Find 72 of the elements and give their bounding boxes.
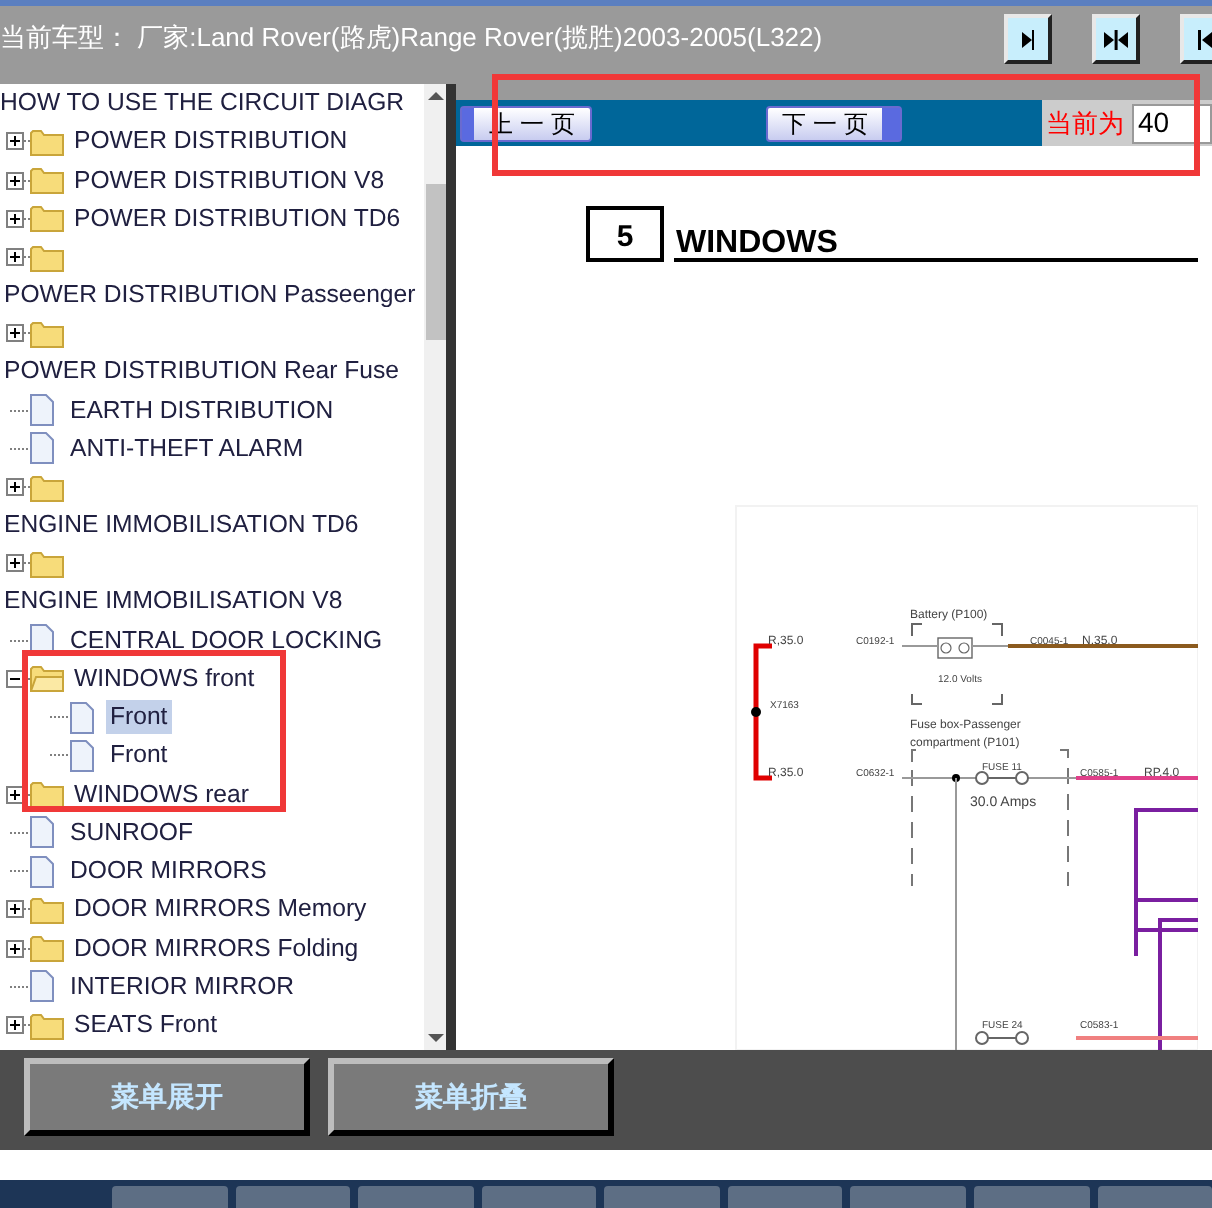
document-icon <box>28 394 56 426</box>
current-page-label: 当前为 <box>1046 105 1124 142</box>
tree-item[interactable]: POWER DISTRIBUTION V8 <box>70 163 389 197</box>
open-folder-icon <box>30 664 64 693</box>
tree-item[interactable]: DOOR MIRRORS Memory <box>70 892 371 927</box>
tree-item[interactable]: Front <box>106 738 172 773</box>
plus-box-icon[interactable] <box>6 939 24 957</box>
toolbar-button[interactable] <box>1092 14 1140 64</box>
scrollbar[interactable] <box>424 84 447 1050</box>
battery-bracket <box>911 623 1003 705</box>
tree-item[interactable]: ENGINE IMMOBILISATION TD6 <box>0 508 363 542</box>
fuse-symbol <box>975 1031 1029 1045</box>
folder-icon <box>30 473 64 501</box>
folder-icon <box>30 780 64 808</box>
folder-icon <box>30 549 64 578</box>
plus-box-icon[interactable] <box>6 132 24 151</box>
plus-box-icon[interactable] <box>6 209 24 228</box>
plus-box-icon[interactable] <box>6 554 24 573</box>
vehicle-title: 当前车型： 厂家:Land Rover(路虎)Range Rover(揽胜)2003-2005(L322) <box>0 20 825 56</box>
minus-box-icon[interactable] <box>6 669 24 688</box>
tree-item[interactable]: POWER DISTRIBUTION Rear Fuse <box>0 354 403 389</box>
plus-box-icon[interactable] <box>6 478 24 496</box>
plus-box-icon[interactable] <box>6 1016 24 1034</box>
page-number-field[interactable]: 40 <box>1132 103 1212 143</box>
document-icon <box>68 701 96 733</box>
plus-box-icon[interactable] <box>6 785 24 803</box>
document-icon <box>28 855 56 887</box>
tree-item[interactable]: SUNROOF <box>66 815 197 850</box>
plus-box-icon[interactable] <box>6 324 24 343</box>
tree-item[interactable]: SEATS Front <box>70 1008 222 1042</box>
scroll-thumb[interactable] <box>425 184 446 340</box>
plus-box-icon[interactable] <box>6 900 24 919</box>
tree-item[interactable]: POWER DISTRIBUTION Passeenger <box>0 278 420 312</box>
folder-icon <box>30 319 64 348</box>
plus-box-icon[interactable] <box>6 248 24 266</box>
folder-icon <box>30 127 64 156</box>
wire <box>753 643 772 781</box>
document-icon <box>28 816 56 849</box>
tree-item[interactable]: ANTI-THEFT ALARM <box>66 431 308 466</box>
folder-icon <box>30 243 64 271</box>
tree-item-label[interactable]: HOW TO USE THE CIRCUIT DIAGR <box>0 88 405 116</box>
folder-icon <box>30 166 64 194</box>
folder-icon <box>30 934 64 962</box>
splice-node <box>751 707 761 717</box>
tree-item[interactable]: Front <box>106 700 172 734</box>
arrow-bar-icon <box>1197 29 1211 49</box>
toolbar-button[interactable] <box>1004 14 1052 64</box>
folder-icon <box>30 895 64 924</box>
tree-item[interactable]: POWER DISTRIBUTION <box>70 124 352 159</box>
document-icon <box>28 970 56 1003</box>
document-icon <box>68 739 96 772</box>
tree-item[interactable]: POWER DISTRIBUTION TD6 <box>70 201 405 236</box>
tree-item[interactable]: DOOR MIRRORS Folding <box>70 931 363 965</box>
section-title: WINDOWS <box>676 226 838 260</box>
tree-item[interactable]: ENGINE IMMOBILISATION V8 <box>0 584 347 619</box>
tree-item[interactable]: WINDOWS rear <box>70 777 253 811</box>
section-number-box: 5 <box>586 206 664 262</box>
tree-item[interactable]: INTERIOR MIRROR <box>66 969 299 1004</box>
fuse-symbol <box>975 771 1029 785</box>
next-page-button[interactable]: 下 一 页 <box>766 105 902 141</box>
document-icon <box>28 432 56 465</box>
folder-icon <box>30 204 64 233</box>
battery-symbol <box>937 637 973 659</box>
plus-box-icon[interactable] <box>6 171 24 189</box>
collapse-arrows-icon <box>1104 29 1128 49</box>
tree-item[interactable]: CENTRAL DOOR LOCKING <box>66 623 387 657</box>
tree-item[interactable]: DOOR MIRRORS <box>66 854 271 888</box>
tree-item[interactable]: EARTH DISTRIBUTION <box>66 393 338 427</box>
folder-icon <box>30 1011 64 1039</box>
tree-item[interactable]: WINDOWS front <box>70 661 259 696</box>
arrow-bar-icon <box>1021 29 1035 49</box>
wire <box>1076 776 1198 780</box>
